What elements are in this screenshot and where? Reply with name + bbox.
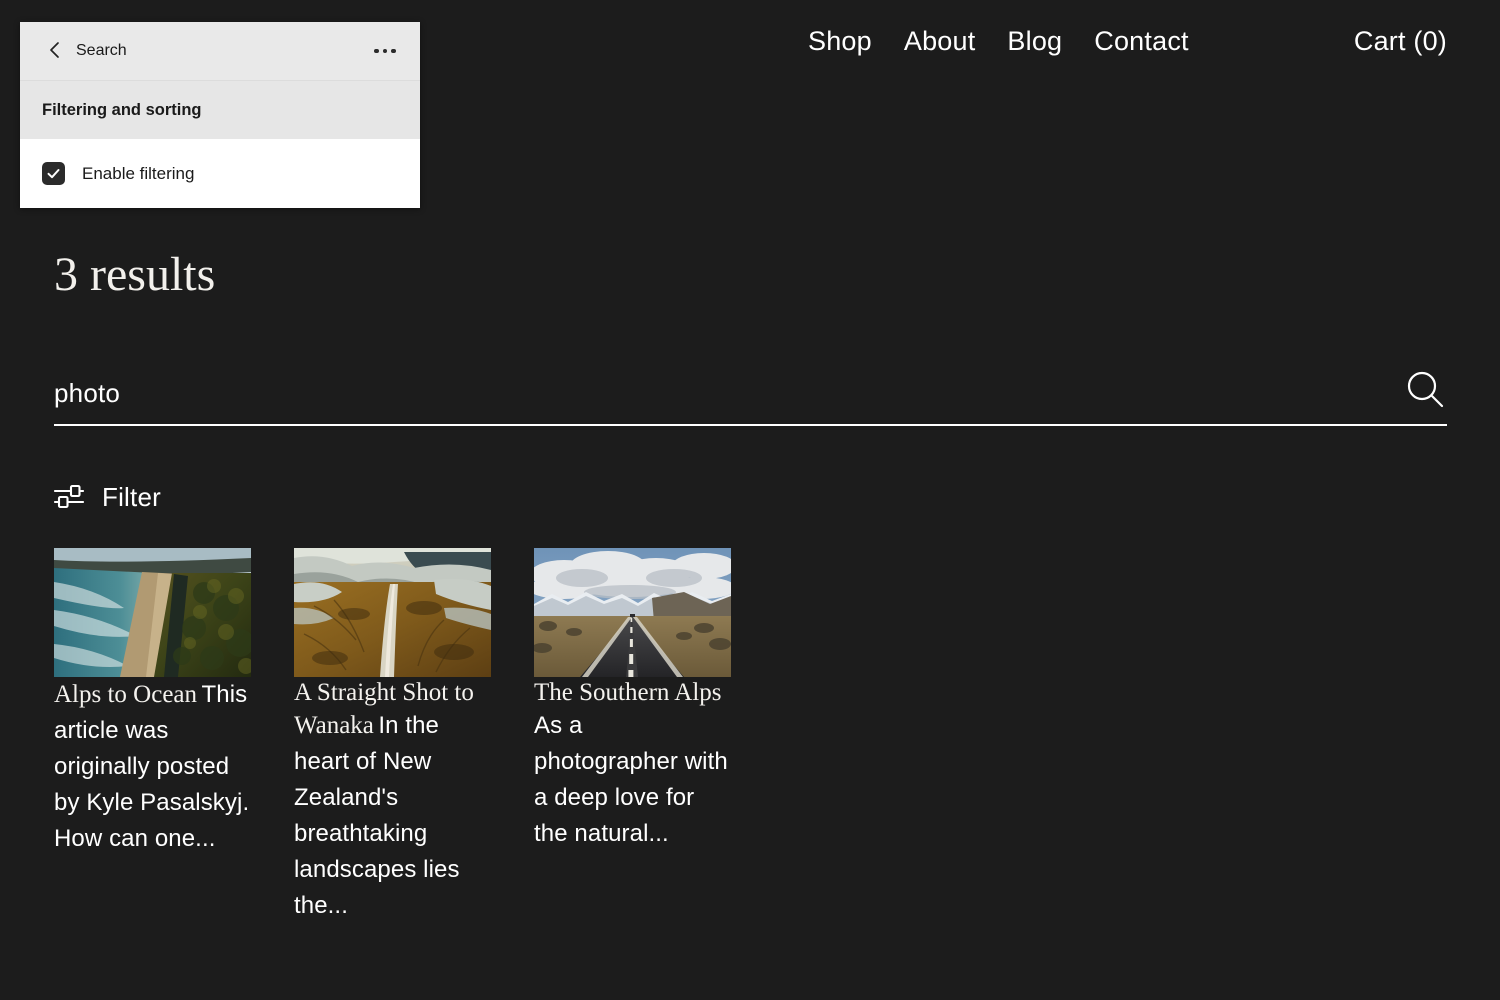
overflow-dot [391, 48, 396, 54]
panel-back-button[interactable] [42, 38, 68, 64]
nav-link-about[interactable]: About [904, 26, 976, 57]
search-settings-panel: Search Filtering and sorting Enable filt… [20, 22, 420, 208]
result-thumbnail-straight-shot-to-wanaka [294, 548, 491, 677]
result-card[interactable]: A Straight Shot to Wanaka In the heart o… [294, 548, 491, 924]
nav-link-blog[interactable]: Blog [1007, 26, 1062, 57]
enable-filtering-label: Enable filtering [82, 163, 195, 183]
panel-header: Search [20, 22, 420, 81]
panel-section-header: Filtering and sorting [20, 81, 420, 139]
more-horizontal-icon[interactable] [370, 39, 400, 63]
panel-body: Enable filtering [20, 139, 420, 208]
result-title: The Southern Alps [534, 679, 722, 706]
nav-link-contact[interactable]: Contact [1094, 26, 1188, 57]
search-icon [1404, 368, 1446, 413]
result-card[interactable]: The Southern Alps As a photographer with… [534, 548, 731, 924]
results-heading: 3 results [54, 248, 216, 301]
filter-button-label: Filter [102, 482, 161, 512]
result-excerpt: As a photographer with a deep love for t… [534, 712, 728, 847]
search-input[interactable] [54, 368, 1384, 418]
results-grid: Alps to Ocean This article was originall… [54, 548, 1454, 924]
search-field [54, 368, 1447, 426]
sliders-icon [53, 482, 85, 513]
result-thumbnail-alps-to-ocean [54, 548, 251, 677]
panel-title: Search [76, 42, 127, 59]
cart-link[interactable]: Cart (0) [1354, 26, 1447, 57]
result-title: Alps to Ocean [54, 681, 198, 708]
panel-section-title: Filtering and sorting [42, 100, 202, 119]
result-excerpt: In the heart of New Zealand's breathtaki… [294, 712, 460, 919]
checkbox-checked-icon [42, 162, 65, 185]
nav-link-shop[interactable]: Shop [808, 26, 872, 57]
enable-filtering-checkbox[interactable]: Enable filtering [42, 162, 194, 185]
search-submit-button[interactable] [1399, 364, 1451, 416]
overflow-dot [374, 48, 379, 54]
filter-button[interactable]: Filter [53, 482, 161, 513]
primary-nav: Shop About Blog Contact [808, 26, 1189, 57]
chevron-left-icon [48, 41, 62, 62]
overflow-dot [382, 48, 388, 54]
result-card[interactable]: Alps to Ocean This article was originall… [54, 548, 251, 924]
result-thumbnail-the-southern-alps [534, 548, 731, 677]
